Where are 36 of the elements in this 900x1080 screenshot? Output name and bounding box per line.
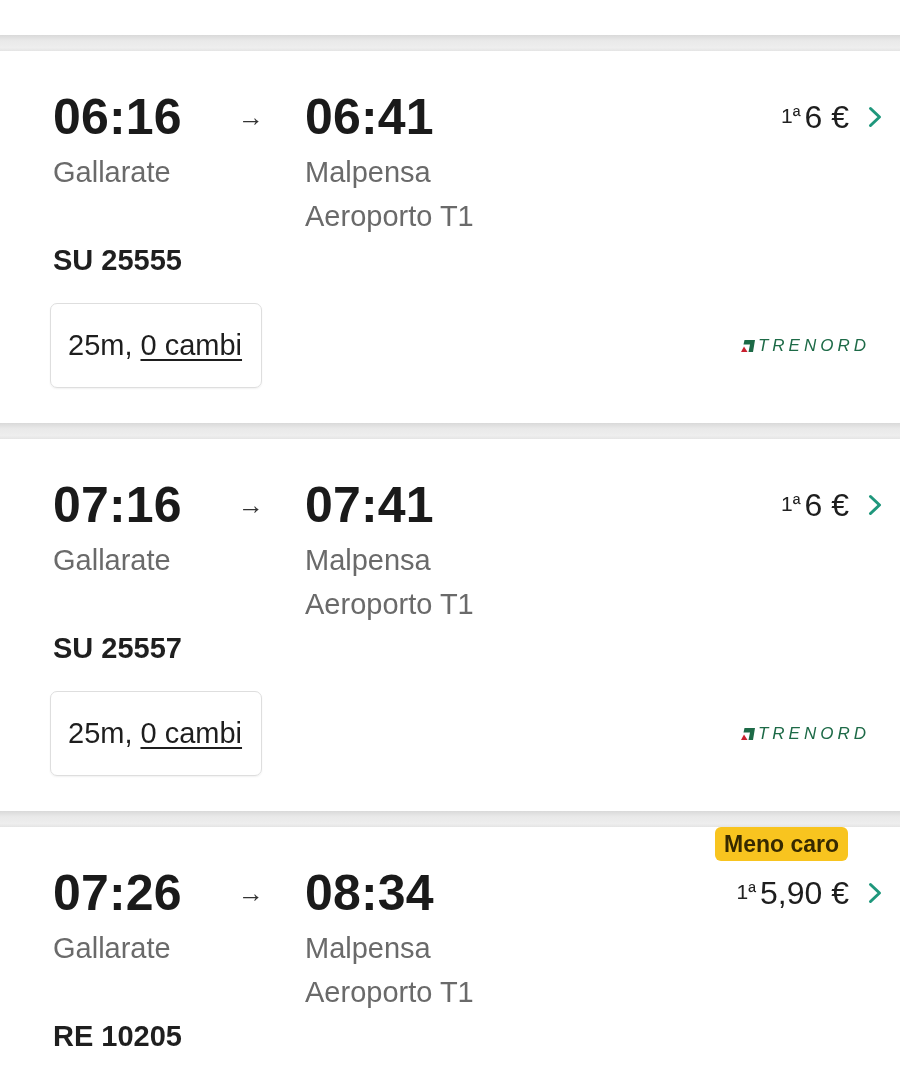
train-number: RE 10205 [53,1019,182,1054]
changes-link[interactable]: 0 cambi [140,717,243,750]
departure-time: 07:16 [53,477,182,533]
departure-station: Gallarate [53,543,171,578]
train-number: SU 25555 [53,243,182,278]
departure-station: Gallarate [53,931,171,966]
operator-logo-text: TRENORD [757,724,870,743]
train-number: SU 25557 [53,631,182,666]
arrival-time: 08:34 [305,865,434,921]
price-text: 6 € [804,486,849,525]
price-text: 5,90 € [760,874,849,913]
departure-time: 06:16 [53,89,182,145]
price-badge: Meno caro [714,827,848,861]
arrival-time: 06:41 [305,89,434,145]
changes-link[interactable]: 0 cambi [140,329,243,362]
arrival-station: Malpensa Aeroporto T1 [305,931,475,1010]
class-label: 1ª [781,491,801,517]
duration-text: 25m, [68,717,133,750]
operator-logo-text: TRENORD [757,336,870,355]
duration-text: 25m, [68,329,133,362]
departure-station: Gallarate [53,155,171,190]
arrival-time: 07:41 [305,477,434,533]
direction-arrow: → [238,101,264,134]
chevron-icon [868,494,882,516]
operator-logo-icon [740,339,755,352]
arrival-station: Malpensa Aeroporto T1 [305,155,475,234]
class-label: 1ª [781,103,801,129]
operator-logo-icon [740,727,755,740]
class-label: 1ª [736,879,757,905]
price-text: 6 € [804,98,849,137]
departure-time: 07:26 [53,865,182,921]
chevron-icon [868,882,882,904]
chevron-icon [868,106,882,128]
direction-arrow: → [238,877,264,910]
arrival-station: Malpensa Aeroporto T1 [305,543,475,622]
direction-arrow: → [238,489,264,522]
